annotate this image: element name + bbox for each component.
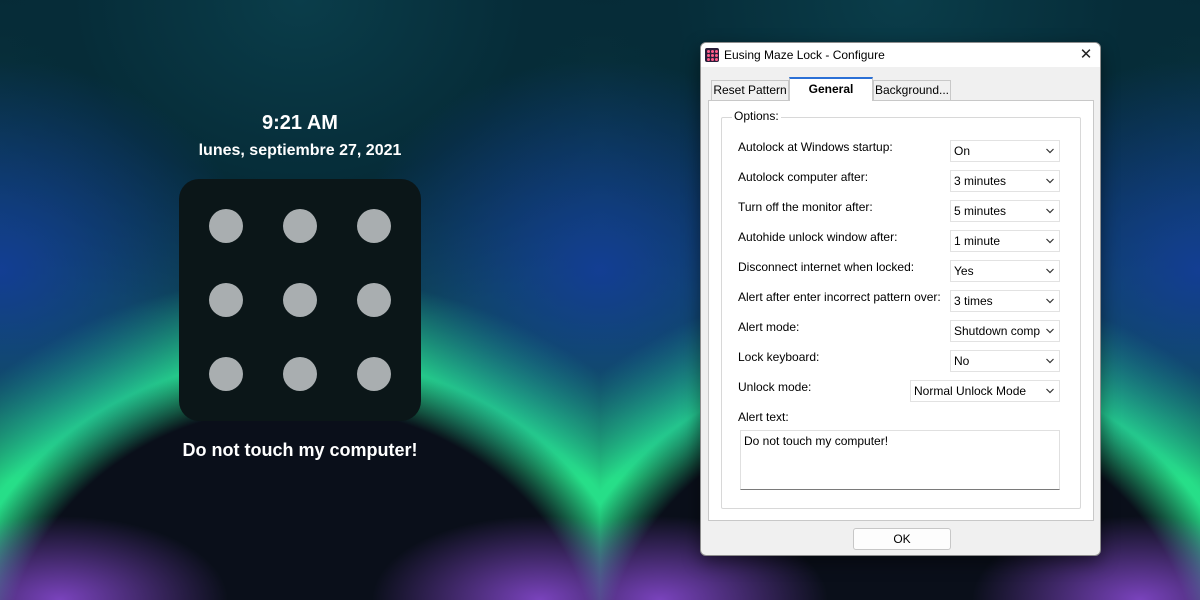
select-value: Normal Unlock Mode	[914, 384, 1027, 398]
alert-text-label: Alert text:	[738, 410, 789, 424]
autolock-startup-select[interactable]: On	[950, 140, 1060, 162]
pattern-pad[interactable]	[179, 179, 421, 421]
close-icon: ✕	[1079, 46, 1093, 63]
monitor-off-select[interactable]: 5 minutes	[950, 200, 1060, 222]
select-value: On	[954, 144, 971, 158]
desktop-panel: Eusing Maze Lock - Configure ✕ Reset Pat…	[600, 0, 1200, 600]
unlock-mode-select[interactable]: Normal Unlock Mode	[910, 380, 1060, 402]
tab-reset-pattern[interactable]: Reset Pattern	[711, 80, 789, 100]
pattern-dot[interactable]	[209, 283, 243, 317]
tab-panel-general: Options: Autolock at Windows startup: On…	[708, 100, 1094, 521]
pattern-dot[interactable]	[283, 283, 317, 317]
pattern-dot[interactable]	[209, 209, 243, 243]
lock-time: 9:21 AM	[262, 112, 338, 134]
select-value: 3 minutes	[954, 174, 1007, 188]
pattern-dot[interactable]	[283, 357, 317, 391]
options-group: Options: Autolock at Windows startup: On…	[721, 109, 1081, 509]
select-value: No	[954, 354, 970, 368]
option-label-disconnect-internet: Disconnect internet when locked:	[738, 260, 915, 274]
alert-mode-select[interactable]: Shutdown comp	[950, 320, 1060, 342]
option-label-autolock-startup: Autolock at Windows startup:	[738, 140, 893, 154]
close-button[interactable]: ✕	[1072, 43, 1100, 67]
autolock-after-select[interactable]: 3 minutes	[950, 170, 1060, 192]
select-value: 1 minute	[954, 234, 1001, 248]
pattern-dot[interactable]	[357, 283, 391, 317]
alert-text-field[interactable]: Do not touch my computer!	[740, 430, 1060, 490]
chevron-down-icon	[1046, 388, 1054, 394]
chevron-down-icon	[1046, 358, 1054, 364]
select-value: 3 times	[954, 294, 993, 308]
option-label-unlock-mode: Unlock mode:	[738, 380, 812, 394]
option-label-alert-mode: Alert mode:	[738, 320, 800, 334]
chevron-down-icon	[1046, 298, 1054, 304]
option-label-autolock-after: Autolock computer after:	[738, 170, 869, 184]
options-group-label: Options:	[732, 109, 781, 123]
option-label-monitor-off: Turn off the monitor after:	[738, 200, 873, 214]
lock-keyboard-select[interactable]: No	[950, 350, 1060, 372]
chevron-down-icon	[1046, 208, 1054, 214]
select-value: Shutdown comp	[954, 324, 1041, 338]
pattern-dot[interactable]	[209, 357, 243, 391]
select-value: 5 minutes	[954, 204, 1007, 218]
chevron-down-icon	[1046, 178, 1054, 184]
pattern-dot[interactable]	[357, 357, 391, 391]
alert-after-select[interactable]: 3 times	[950, 290, 1060, 312]
chevron-down-icon	[1046, 148, 1054, 154]
autohide-select[interactable]: 1 minute	[950, 230, 1060, 252]
lock-message: Do not touch my computer!	[182, 440, 418, 460]
option-label-alert-after: Alert after enter incorrect pattern over…	[738, 290, 941, 304]
chevron-down-icon	[1046, 268, 1054, 274]
maze-lock-app-icon	[705, 48, 719, 62]
dialog-title: Eusing Maze Lock - Configure	[724, 48, 885, 62]
titlebar: Eusing Maze Lock - Configure ✕	[701, 43, 1100, 67]
option-label-lock-keyboard: Lock keyboard:	[738, 350, 820, 364]
chevron-down-icon	[1046, 238, 1054, 244]
ok-button[interactable]: OK	[853, 528, 951, 550]
option-label-autohide: Autohide unlock window after:	[738, 230, 898, 244]
pattern-dot[interactable]	[283, 209, 317, 243]
select-value: Yes	[954, 264, 974, 278]
pattern-dot[interactable]	[357, 209, 391, 243]
chevron-down-icon	[1046, 328, 1054, 334]
disconnect-internet-select[interactable]: Yes	[950, 260, 1060, 282]
configure-dialog: Eusing Maze Lock - Configure ✕ Reset Pat…	[700, 42, 1101, 556]
lock-screen-panel: 9:21 AM lunes, septiembre 27, 2021 Do no…	[0, 0, 600, 600]
lock-date: lunes, septiembre 27, 2021	[198, 142, 402, 159]
tab-general[interactable]: General	[789, 77, 873, 101]
tab-background[interactable]: Background...	[873, 80, 951, 100]
